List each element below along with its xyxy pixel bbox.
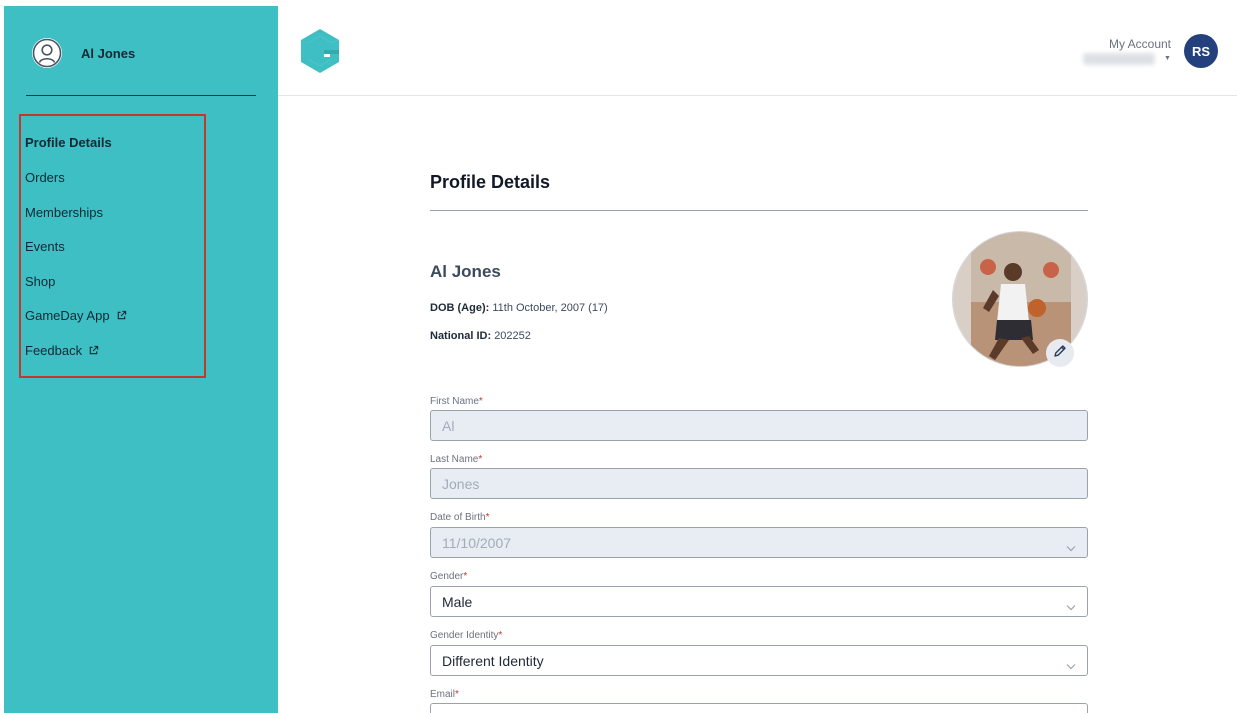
first-name-value: Al	[442, 417, 455, 434]
sidebar-item-events[interactable]: Events	[25, 239, 65, 254]
chevron-down-icon	[1066, 598, 1076, 614]
dob-select-value: 11/10/2007	[442, 534, 512, 551]
national-id-detail: National ID: 202252	[430, 330, 531, 342]
gender-select-value: Male	[442, 593, 473, 610]
gameday-logo-icon[interactable]	[298, 27, 342, 80]
sidebar-divider	[26, 95, 256, 96]
pencil-icon	[1053, 344, 1067, 363]
sidebar-item-gameday-app[interactable]: GameDay App	[25, 308, 127, 323]
header-divider	[278, 95, 1237, 96]
external-link-icon	[116, 310, 127, 321]
last-name-label: Last Name*	[430, 454, 483, 465]
profile-name: Al Jones	[430, 262, 501, 281]
account-name-redacted	[1083, 53, 1155, 65]
dob-value: 11th October, 2007 (17)	[492, 302, 608, 314]
dob-select[interactable]: 11/10/2007	[430, 527, 1088, 558]
email-label: Email*	[430, 689, 459, 700]
sidebar-item-shop[interactable]: Shop	[25, 274, 55, 289]
dob-detail: DOB (Age): 11th October, 2007 (17)	[430, 302, 608, 314]
sidebar-item-memberships[interactable]: Memberships	[25, 205, 103, 220]
dob-field-label: Date of Birth*	[430, 512, 490, 523]
first-name-field[interactable]: Al	[430, 410, 1088, 441]
national-id-value: 202252	[494, 330, 531, 342]
edit-photo-button[interactable]	[1046, 339, 1074, 367]
sidebar-item-label: GameDay App	[25, 308, 110, 323]
chevron-down-icon	[1066, 657, 1076, 673]
sidebar-item-label: Orders	[25, 170, 65, 185]
sidebar-user[interactable]: Al Jones	[32, 38, 135, 68]
external-link-icon	[88, 345, 99, 356]
national-id-label: National ID:	[430, 330, 492, 342]
sidebar-item-label: Shop	[25, 274, 56, 289]
account-avatar[interactable]: RS	[1184, 34, 1218, 68]
last-name-value: Jones	[442, 475, 480, 492]
sidebar-user-name: Al Jones	[81, 45, 136, 61]
gender-label: Gender*	[430, 571, 468, 582]
sidebar-item-label: Memberships	[25, 205, 104, 220]
sidebar-item-label: Feedback	[25, 343, 83, 358]
gender-identity-select[interactable]: Different Identity	[430, 645, 1088, 676]
my-account-label[interactable]: My Account	[1109, 37, 1171, 51]
gender-select[interactable]: Male	[430, 586, 1088, 617]
gender-identity-select-value: Different Identity	[442, 652, 544, 669]
page-title: Profile Details	[430, 172, 551, 192]
sidebar: Al Jones Profile Details Orders Membersh…	[4, 6, 278, 713]
last-name-field[interactable]: Jones	[430, 468, 1088, 499]
dob-label: DOB (Age):	[430, 302, 490, 314]
chevron-down-icon	[1066, 539, 1076, 555]
sidebar-item-profile-details[interactable]: Profile Details	[25, 135, 112, 150]
sidebar-item-label: Profile Details	[25, 135, 112, 150]
sidebar-item-orders[interactable]: Orders	[25, 170, 65, 185]
sidebar-item-label: Events	[25, 239, 65, 254]
gender-identity-label: Gender Identity*	[430, 630, 503, 641]
sidebar-item-feedback[interactable]: Feedback	[25, 343, 99, 358]
title-divider	[430, 210, 1088, 211]
first-name-label: First Name*	[430, 396, 483, 407]
user-circle-icon	[32, 38, 62, 68]
email-field[interactable]	[430, 703, 1088, 713]
chevron-down-icon[interactable]: ▼	[1164, 55, 1171, 62]
